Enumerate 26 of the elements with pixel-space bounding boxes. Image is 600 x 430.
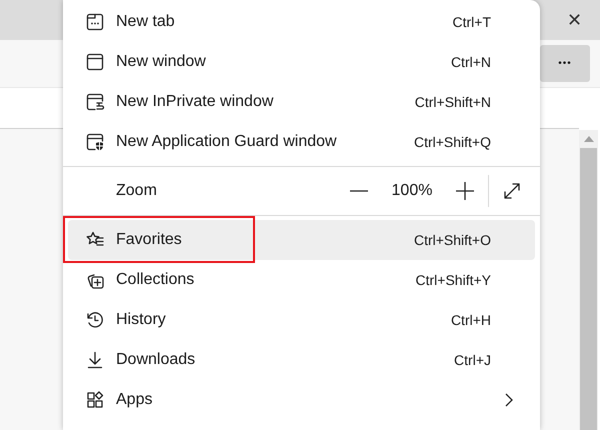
close-button[interactable]: ✕ — [567, 6, 582, 34]
menu-item[interactable]: New InPrivate window Ctrl+Shift+N — [68, 82, 535, 122]
plus-icon — [456, 182, 474, 200]
menu-item[interactable]: Apps — [68, 380, 535, 420]
menu-item[interactable]: Favorites Ctrl+Shift+O — [68, 220, 535, 260]
menu-item[interactable]: Downloads Ctrl+J — [68, 340, 535, 380]
menu-item[interactable]: History Ctrl+H — [68, 300, 535, 340]
menu-item[interactable]: New Application Guard window Ctrl+Shift+Q — [68, 122, 535, 162]
more-button[interactable]: ••• — [540, 45, 590, 82]
chevron-right-icon — [505, 393, 513, 407]
shield-window-icon — [85, 132, 105, 152]
tab-icon — [85, 12, 105, 32]
menu-item[interactable]: Collections Ctrl+Shift+Y — [68, 260, 535, 300]
scroll-up-icon[interactable] — [584, 136, 594, 142]
apps-icon — [85, 390, 105, 410]
minus-icon — [350, 190, 368, 192]
history-icon — [85, 310, 105, 330]
scrollbar[interactable] — [579, 130, 598, 430]
window-icon — [85, 52, 105, 72]
zoom-label: Zoom — [116, 181, 158, 201]
expand-icon — [502, 181, 522, 201]
download-icon — [85, 350, 105, 370]
menu-item[interactable]: New tab Ctrl+T — [68, 2, 535, 42]
menu-item[interactable]: New window Ctrl+N — [68, 42, 535, 82]
zoom-level: 100% — [390, 181, 434, 201]
private-window-icon — [85, 92, 105, 112]
